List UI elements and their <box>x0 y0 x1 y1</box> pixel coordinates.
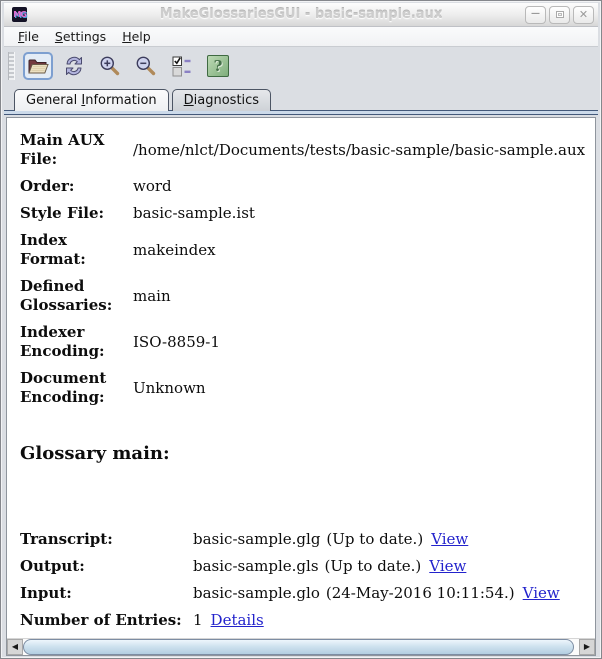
zoom-out-icon <box>136 56 156 75</box>
scroll-pane: Main AUX File: /home/nlct/Documents/test… <box>6 117 596 656</box>
field-value: /home/nlct/Documents/tests/basic-sample/… <box>133 140 586 159</box>
table-row: Index Format: makeindex <box>20 231 585 269</box>
field-value: main <box>133 286 171 305</box>
horizontal-scrollbar[interactable]: ◀ ▶ <box>7 638 595 655</box>
field-label: Index Format: <box>20 231 86 268</box>
toolbar: ? <box>4 47 598 84</box>
field-value: ISO-8859-1 <box>133 332 220 351</box>
close-icon: ✕ <box>578 8 589 21</box>
content-area: Main AUX File: /home/nlct/Documents/test… <box>4 115 598 658</box>
menu-help[interactable]: Help <box>114 27 159 46</box>
entry-count: 1 <box>193 611 203 629</box>
tab-diagnostics[interactable]: Diagnostics <box>171 89 272 111</box>
table-row: Main AUX File: /home/nlct/Documents/test… <box>20 131 585 169</box>
details-link[interactable]: Details <box>211 611 264 629</box>
status-text: (Up to date.) <box>326 530 424 548</box>
menu-bar: File Settings Help <box>4 27 598 47</box>
app-window: MG MakeGlossariesGUI - basic-sample.aux … <box>0 0 602 659</box>
open-file-button[interactable] <box>23 51 53 80</box>
open-folder-icon <box>28 59 49 73</box>
reload-icon <box>66 56 82 75</box>
app-icon-text: MG <box>13 10 26 19</box>
field-label: Order: <box>20 177 75 195</box>
table-row: Input: basic-sample.glo (24-May-2016 10:1… <box>20 584 585 603</box>
field-label: Output: <box>20 557 85 575</box>
field-label: Number of Entries: <box>20 611 182 629</box>
help-button[interactable]: ? <box>203 52 233 80</box>
file-name: basic-sample.gls <box>193 557 319 575</box>
minimize-icon: — <box>531 9 540 19</box>
glossary-table: Transcript: basic-sample.glg (Up to date.… <box>20 530 585 630</box>
scroll-left-button[interactable]: ◀ <box>7 639 23 655</box>
scroll-right-icon: ▶ <box>583 642 591 651</box>
scrollbar-track[interactable] <box>23 639 579 655</box>
zoom-in-icon <box>100 56 120 75</box>
field-label: Document Encoding: <box>20 369 107 406</box>
field-value: basic-sample.ist <box>133 204 255 222</box>
table-row: Transcript: basic-sample.glg (Up to date.… <box>20 530 585 549</box>
toolbar-drag-handle[interactable] <box>8 51 15 80</box>
field-label: Indexer Encoding: <box>20 323 105 360</box>
maximize-button[interactable] <box>549 5 570 24</box>
table-row: Order: word <box>20 177 585 196</box>
menu-settings[interactable]: Settings <box>47 27 114 46</box>
scroll-left-icon: ◀ <box>11 642 19 651</box>
tab-general-information[interactable]: General Information <box>14 89 169 111</box>
field-value: makeindex <box>133 240 216 259</box>
field-value: word <box>133 177 172 195</box>
app-icon: MG <box>12 7 27 22</box>
status-text: (Up to date.) <box>324 557 422 575</box>
glossary-heading: Glossary main: <box>20 443 170 464</box>
window-controls: — ✕ <box>525 5 594 24</box>
window-title: MakeGlossariesGUI - basic-sample.aux <box>159 7 443 22</box>
table-row: Style File: basic-sample.ist <box>20 204 585 223</box>
file-info-table: Main AUX File: /home/nlct/Documents/test… <box>20 131 585 407</box>
table-row: Number of Entries: 1 Details <box>20 611 585 630</box>
file-name: basic-sample.glg <box>193 530 321 548</box>
field-label: Style File: <box>20 204 105 222</box>
zoom-in-button[interactable] <box>95 52 125 80</box>
table-row: Indexer Encoding: ISO-8859-1 <box>20 323 585 361</box>
scroll-right-button[interactable]: ▶ <box>579 639 595 655</box>
scrollbar-thumb[interactable] <box>23 639 574 655</box>
minimize-button[interactable]: — <box>525 5 546 24</box>
view-link[interactable]: View <box>431 530 468 548</box>
field-value: Unknown <box>133 378 206 397</box>
field-label: Transcript: <box>20 530 113 548</box>
field-label: Main AUX File: <box>20 131 105 168</box>
file-name: basic-sample.glo <box>193 584 320 602</box>
close-button[interactable]: ✕ <box>573 5 594 24</box>
view-link[interactable]: View <box>429 557 466 575</box>
field-label: Input: <box>20 584 72 602</box>
menu-file[interactable]: File <box>10 27 47 46</box>
zoom-out-button[interactable] <box>131 52 161 80</box>
table-row: Document Encoding: Unknown <box>20 369 585 407</box>
table-row: Defined Glossaries: main <box>20 277 585 315</box>
title-bar[interactable]: MG MakeGlossariesGUI - basic-sample.aux … <box>4 3 598 27</box>
help-icon: ? <box>207 54 229 77</box>
general-information-panel: Main AUX File: /home/nlct/Documents/test… <box>7 118 595 638</box>
diagnostics-button[interactable] <box>167 52 197 80</box>
table-row: Output: basic-sample.gls (Up to date.) Vie… <box>20 557 585 576</box>
checklist-icon <box>172 56 191 76</box>
status-text: (24-May-2016 10:11:54.) <box>325 584 515 602</box>
field-label: Defined Glossaries: <box>20 277 113 314</box>
tab-strip: General Information Diagnostics <box>4 84 598 111</box>
reload-button[interactable] <box>59 52 89 80</box>
view-link[interactable]: View <box>523 584 560 602</box>
maximize-icon <box>555 11 564 18</box>
